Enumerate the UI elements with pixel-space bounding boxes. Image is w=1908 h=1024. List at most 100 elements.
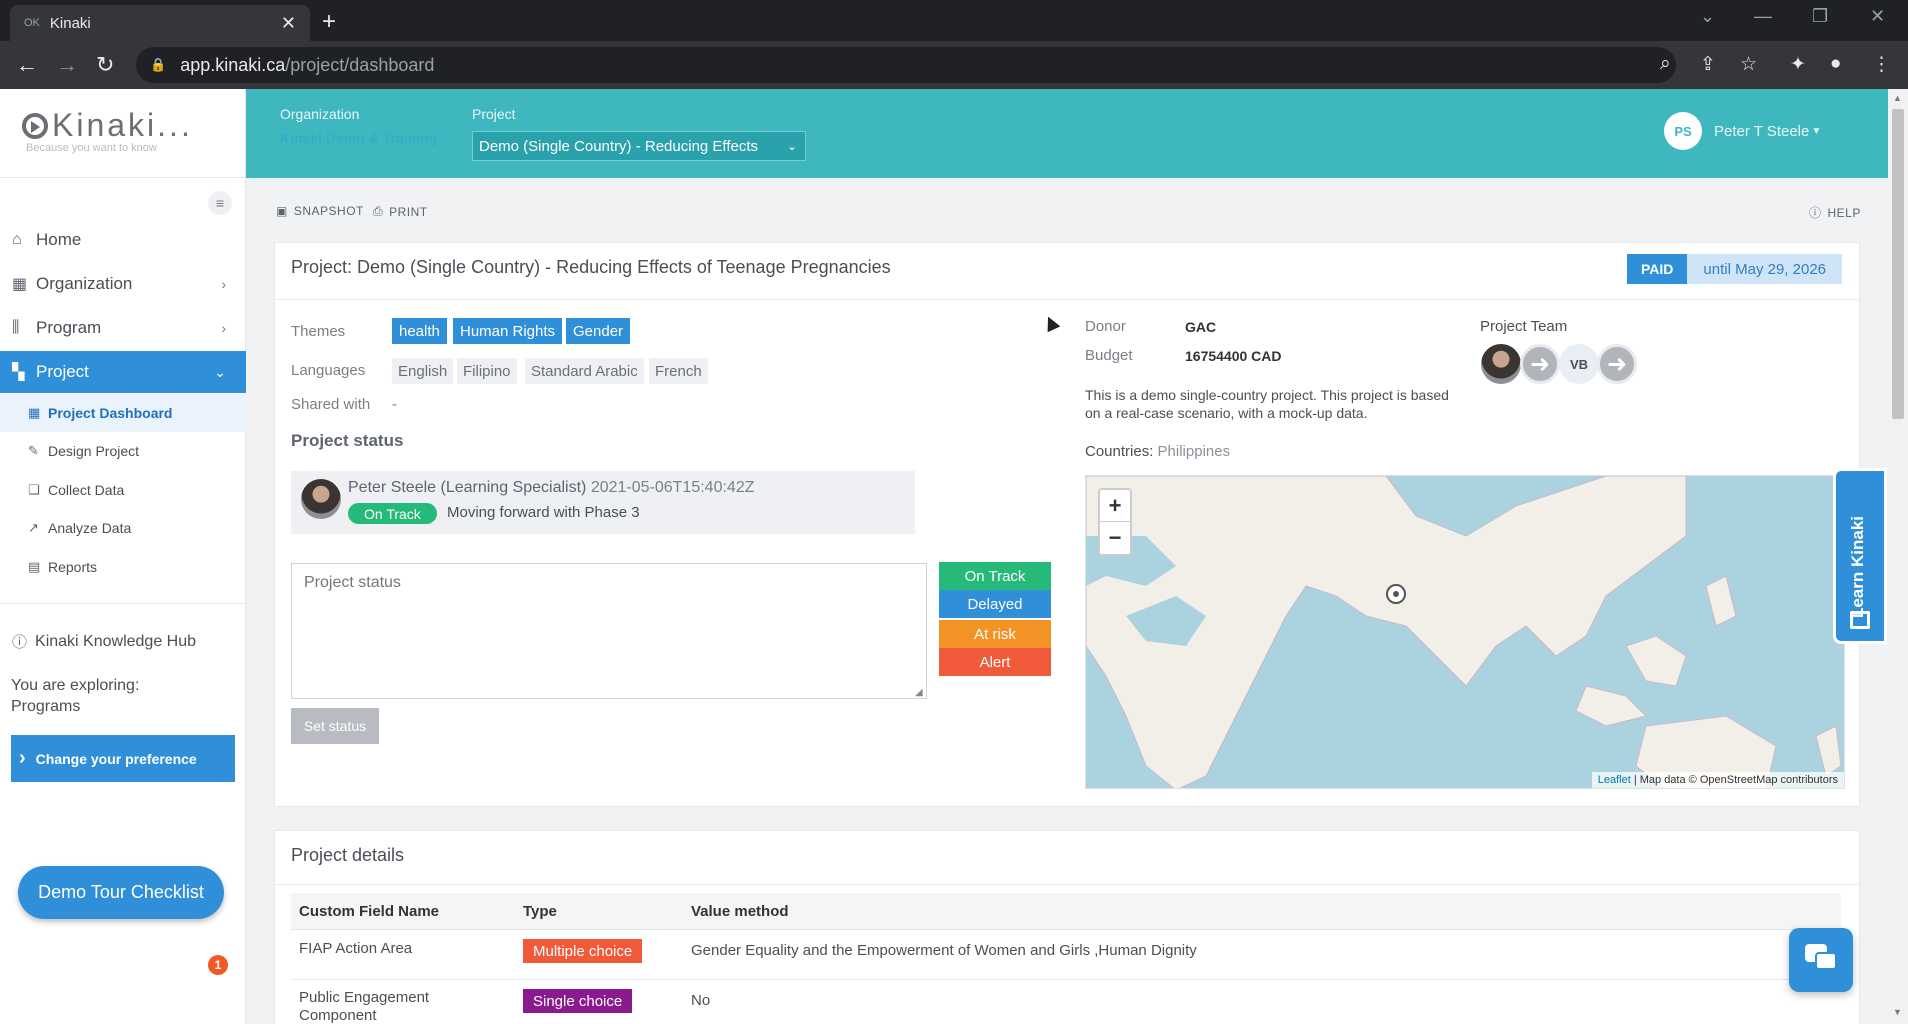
restore-icon[interactable]: ❐ <box>1812 6 1828 27</box>
bookmark-star-icon[interactable]: ☆ <box>1740 53 1757 76</box>
browser-tab[interactable]: OK Kinaki ✕ <box>10 5 310 41</box>
type-badge: Multiple choice <box>523 939 643 963</box>
project-team-label: Project Team <box>1480 318 1568 335</box>
tab-title: Kinaki <box>49 14 91 32</box>
sidebar-item-label: Organization <box>36 274 133 293</box>
page-scrollbar[interactable]: ▲ ▼ <box>1888 89 1908 1024</box>
exploring-value: Programs <box>11 698 81 715</box>
user-menu[interactable]: PS Peter T Steele ▼ <box>1664 112 1821 150</box>
scrollbar-thumb[interactable] <box>1892 109 1904 419</box>
avatar[interactable]: VB <box>1559 344 1599 384</box>
browser-tabbar: OK Kinaki ✕ + ⌄ — ❐ ✕ <box>0 0 1908 41</box>
sidebar-divider <box>0 177 246 178</box>
sidebar-sub-project-dashboard[interactable]: ▦ Project Dashboard <box>0 394 246 432</box>
pencil-icon: ✎ <box>28 443 39 458</box>
help-label: HELP <box>1827 205 1861 220</box>
languages-label: Languages <box>291 362 366 379</box>
custom-field-name: Public Engagement Component <box>299 989 430 1024</box>
kinaki-logo-icon <box>22 112 48 139</box>
snapshot-label: SNAPSHOT <box>293 204 364 218</box>
sidebar-item-label: Home <box>36 230 82 249</box>
change-preference-button[interactable]: › Change your preference <box>11 735 235 782</box>
snapshot-button[interactable]: ▣ SNAPSHOT <box>276 204 364 218</box>
user-name: Peter T Steele <box>1714 122 1810 140</box>
sidebar-item-home[interactable]: ⌂ Home <box>0 219 246 261</box>
zoom-icon[interactable]: ⌕ <box>1660 53 1671 75</box>
alert-button[interactable]: Alert <box>939 648 1051 676</box>
profile-icon[interactable]: ● <box>1830 53 1841 75</box>
knowledge-hub-link[interactable]: ⓘ Kinaki Knowledge Hub <box>12 631 196 652</box>
map-zoom-control: + − <box>1098 488 1132 556</box>
zoom-in-button[interactable]: + <box>1100 490 1130 522</box>
team-member-arrow-icon[interactable]: ➜ <box>1597 344 1637 384</box>
sidebar-item-label: Project <box>36 362 89 381</box>
avatar: PS <box>1664 112 1702 150</box>
minimize-icon[interactable]: — <box>1754 6 1772 27</box>
tab-close-icon[interactable]: ✕ <box>281 13 296 34</box>
chart-icon: ↗ <box>28 520 39 535</box>
kinaki-logo[interactable]: Kinaki... Because you want to know <box>22 107 193 154</box>
org-name[interactable]: Kinaki Demo & Training <box>280 130 437 146</box>
project-icon: ▚ <box>12 364 25 381</box>
sidebar-sub-analyze-data[interactable]: ↗ Analyze Data <box>0 509 246 547</box>
camera-icon: ▣ <box>276 204 288 218</box>
back-icon[interactable]: ← <box>16 52 38 78</box>
language-tag: Standard Arabic <box>525 358 644 384</box>
value-method: No <box>691 992 711 1009</box>
sidebar-item-project[interactable]: ▚ Project ⌄ <box>0 351 246 393</box>
help-button[interactable]: ⓘ HELP <box>1809 204 1861 221</box>
tab-search-icon[interactable]: ⌄ <box>1700 6 1715 27</box>
column-header: Type <box>523 903 557 920</box>
scroll-down-icon[interactable]: ▼ <box>1893 1007 1902 1017</box>
at-risk-button[interactable]: At risk <box>939 620 1051 648</box>
subscription-status: PAID until May 29, 2026 <box>1627 254 1842 284</box>
learn-kinaki-label: Learn Kinaki <box>1848 515 1867 619</box>
lock-icon: 🔒 <box>150 57 167 72</box>
project-map[interactable]: + − Leaflet | Map data © OpenStreetMap c… <box>1085 475 1845 789</box>
value-method: Gender Equality and the Empowerment of W… <box>691 942 1197 959</box>
sub-item-label: Analyze Data <box>48 520 132 536</box>
team-member-arrow-icon[interactable]: ➜ <box>1520 344 1560 384</box>
sidebar-sub-collect-data[interactable]: ❏ Collect Data <box>0 471 246 509</box>
chevron-right-icon: › <box>221 320 226 336</box>
on-track-button[interactable]: On Track <box>939 562 1051 590</box>
set-status-button[interactable]: Set status <box>291 708 379 744</box>
browser-toolbar: ← → ↻ 🔒 app.kinaki.ca/project/dashboard … <box>0 41 1908 89</box>
print-button[interactable]: ⎙ PRINT <box>373 204 428 219</box>
project-select[interactable]: Demo (Single Country) - Reducing Effects… <box>472 131 806 161</box>
project-description: This is a demo single-country project. T… <box>1085 387 1449 421</box>
url-path: /project/dashboard <box>285 54 435 75</box>
resize-handle-icon[interactable]: ◢ <box>915 687 923 698</box>
browser-menu-icon[interactable]: ⋮ <box>1872 53 1891 76</box>
share-icon[interactable]: ⇪ <box>1700 53 1716 76</box>
sidebar-sub-design-project[interactable]: ✎ Design Project <box>0 432 246 470</box>
project-label: Project <box>472 106 516 122</box>
zoom-out-button[interactable]: − <box>1100 522 1130 554</box>
sidebar-item-program[interactable]: ⫼ Program › <box>0 307 246 349</box>
leaflet-link[interactable]: Leaflet <box>1598 774 1631 786</box>
chevron-down-icon: ⌄ <box>214 363 226 380</box>
sidebar-sub-reports[interactable]: ▤ Reports <box>0 548 246 586</box>
budget-label: Budget <box>1085 347 1133 364</box>
kinaki-favicon-icon: OK <box>24 17 40 29</box>
extensions-icon[interactable]: ✦ <box>1790 53 1806 76</box>
sub-item-label: Reports <box>48 559 98 575</box>
sidebar-toggle-icon[interactable]: ≡ <box>208 191 232 215</box>
countries-label: Countries: <box>1085 443 1154 460</box>
chevron-right-icon: › <box>19 747 26 769</box>
forward-icon[interactable]: → <box>56 52 78 78</box>
address-bar[interactable]: 🔒 app.kinaki.ca/project/dashboard <box>136 47 1676 83</box>
scroll-up-icon[interactable]: ▲ <box>1893 93 1902 103</box>
learn-kinaki-tab[interactable]: Learn Kinaki <box>1833 468 1887 644</box>
delayed-button[interactable]: Delayed <box>939 590 1051 618</box>
chat-button[interactable] <box>1789 928 1853 992</box>
new-tab-icon[interactable]: + <box>322 8 336 36</box>
reload-icon[interactable]: ↻ <box>96 52 114 78</box>
question-circle-icon: ⓘ <box>1809 206 1822 220</box>
demo-tour-button[interactable]: Demo Tour Checklist <box>18 866 224 919</box>
project-status-input[interactable] <box>291 563 927 699</box>
window-close-icon[interactable]: ✕ <box>1870 6 1885 27</box>
sidebar-item-organization[interactable]: ▦ Organization › <box>0 263 246 305</box>
countries-value[interactable]: Philippines <box>1158 443 1231 460</box>
avatar[interactable] <box>1481 344 1521 384</box>
